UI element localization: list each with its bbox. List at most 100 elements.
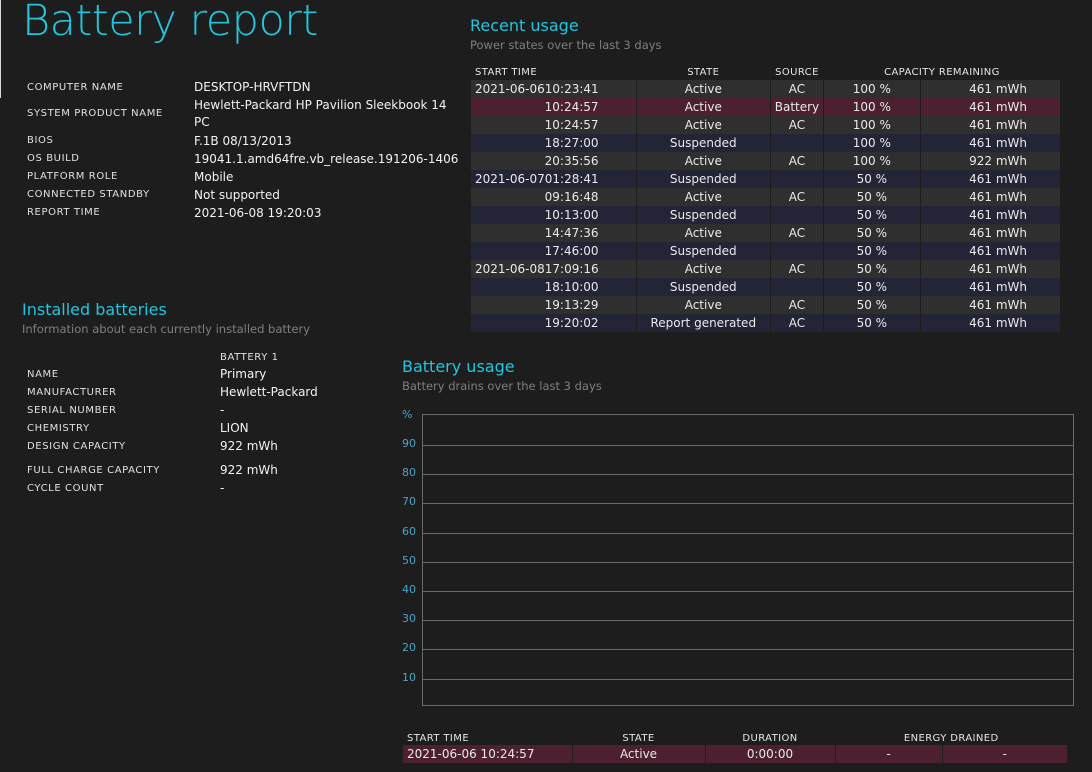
cell-source: AC — [770, 188, 824, 206]
table-row: 17:46:00 Suspended 50 % 461 mWh — [471, 242, 1062, 260]
cell-capacity: 922 mWh — [920, 152, 1062, 170]
recent-usage-title: Recent usage — [470, 16, 579, 35]
cell-capacity: 461 mWh — [920, 134, 1062, 152]
cell-time: 10:13:00 — [544, 208, 599, 222]
header-state: STATE — [687, 67, 720, 78]
cell-source: AC — [770, 260, 824, 278]
cell-start-time: 10:24:57 — [471, 98, 637, 116]
bu-header-start-time: START TIME — [407, 732, 470, 744]
table-row: 19:13:29 Active AC 50 % 461 mWh — [471, 296, 1062, 314]
label-computer-name: COMPUTER NAME — [27, 82, 124, 93]
battery-usage-title: Battery usage — [402, 357, 515, 376]
cell-state: Active — [636, 98, 772, 116]
header-capacity-remaining: CAPACITY REMAINING — [884, 67, 1000, 78]
cell-date: 2021-06-07 — [475, 172, 545, 186]
chart-gridline — [423, 474, 1073, 476]
value-cycle-count: - — [220, 481, 225, 495]
cell-capacity: 461 mWh — [920, 80, 1062, 98]
cell-time: 17:46:00 — [544, 244, 599, 258]
cell-percent: 50 % — [823, 296, 921, 314]
cell-capacity: 461 mWh — [920, 278, 1062, 296]
recent-usage-subtitle: Power states over the last 3 days — [470, 38, 662, 52]
label-battery-name: NAME — [27, 369, 59, 380]
chart-y-tick: 70 — [402, 495, 416, 509]
bu-cell-energy: - — [942, 745, 1068, 763]
cell-source: Battery — [770, 98, 824, 116]
table-row: 18:10:00 Suspended 50 % 461 mWh — [471, 278, 1062, 296]
cell-percent: 50 % — [823, 314, 921, 332]
value-computer-name: DESKTOP-HRVFTDN — [194, 80, 311, 94]
label-os-build: OS BUILD — [27, 153, 80, 164]
value-os-build: 19041.1.amd64fre.vb_release.191206-1406 — [194, 152, 459, 166]
cell-start-time: 09:16:48 — [471, 188, 637, 206]
cell-time: 09:16:48 — [544, 190, 599, 204]
value-system-product-name-line2: PC — [194, 115, 210, 129]
cell-percent: 100 % — [823, 80, 921, 98]
cell-source: AC — [770, 224, 824, 242]
cell-time: 10:23:41 — [544, 82, 599, 96]
cell-time: 01:28:41 — [544, 172, 599, 186]
left-edge-rule — [0, 0, 1, 98]
cell-percent: 50 % — [823, 260, 921, 278]
bu-cell-duration: 0:00:00 — [705, 745, 836, 763]
chart-y-tick: 40 — [402, 583, 416, 596]
label-report-time: REPORT TIME — [27, 207, 101, 218]
cell-state: Active — [636, 224, 772, 242]
chart-y-tick: 80 — [402, 466, 416, 480]
cell-source: AC — [770, 296, 824, 314]
cell-time: 10:24:57 — [544, 118, 599, 132]
cell-state: Active — [636, 296, 772, 314]
chart-gridline — [423, 503, 1073, 505]
cell-capacity: 461 mWh — [920, 116, 1062, 134]
cell-time: 18:27:00 — [544, 136, 599, 150]
cell-start-time: 10:24:57 — [471, 116, 637, 134]
cell-source: AC — [770, 80, 824, 98]
installed-batteries-title: Installed batteries — [22, 300, 167, 319]
cell-source — [770, 206, 824, 224]
value-battery-name: Primary — [220, 367, 267, 381]
table-row: 09:16:48 Active AC 50 % 461 mWh — [471, 188, 1062, 206]
label-system-product-name: SYSTEM PRODUCT NAME — [27, 108, 163, 119]
cell-capacity: 461 mWh — [920, 224, 1062, 242]
chart-gridline — [423, 591, 1073, 592]
cell-capacity: 461 mWh — [920, 98, 1062, 116]
cell-percent: 50 % — [823, 278, 921, 296]
label-full-charge-capacity: FULL CHARGE CAPACITY — [27, 465, 160, 476]
cell-start-time: 18:27:00 — [471, 134, 637, 152]
battery-column-header: BATTERY 1 — [220, 352, 279, 363]
cell-start-time: 2021-06-07 01:28:41 — [471, 170, 637, 188]
table-row: 14:47:36 Active AC 50 % 461 mWh — [471, 224, 1062, 242]
cell-source — [770, 242, 824, 260]
cell-state: Active — [636, 188, 772, 206]
label-cycle-count: CYCLE COUNT — [27, 483, 104, 494]
cell-time: 19:13:29 — [544, 298, 599, 312]
chart-gridline — [423, 678, 1073, 680]
cell-capacity: 461 mWh — [920, 242, 1062, 260]
cell-source: AC — [770, 152, 824, 170]
label-connected-standby: CONNECTED STANDBY — [27, 189, 150, 200]
value-serial-number: - — [220, 403, 225, 417]
cell-state: Report generated — [636, 314, 772, 332]
cell-source: AC — [770, 314, 824, 332]
cell-start-time: 18:10:00 — [471, 278, 637, 296]
cell-state: Suspended — [636, 206, 772, 224]
cell-start-time: 19:13:29 — [471, 296, 637, 314]
chart-y-tick: 60 — [402, 524, 416, 538]
cell-percent: 50 % — [823, 224, 921, 242]
cell-percent: 100 % — [823, 116, 921, 134]
value-system-product-name: Hewlett-Packard HP Pavilion Sleekbook 14 — [194, 98, 447, 112]
label-serial-number: SERIAL NUMBER — [27, 405, 117, 416]
cell-time: 18:10:00 — [544, 280, 599, 294]
value-full-charge-capacity: 922 mWh — [220, 463, 278, 477]
cell-start-time: 2021-06-08 17:09:16 — [471, 260, 637, 278]
cell-capacity: 461 mWh — [920, 314, 1062, 332]
value-manufacturer: Hewlett-Packard — [220, 385, 318, 399]
cell-percent: 100 % — [823, 152, 921, 170]
label-manufacturer: MANUFACTURER — [27, 387, 117, 398]
battery-usage-header-row: START TIME STATE DURATION ENERGY DRAINED — [403, 731, 1068, 745]
chart-y-unit: % — [402, 408, 413, 421]
page-title: Battery report — [22, 0, 318, 46]
cell-percent: 50 % — [823, 242, 921, 260]
cell-capacity: 461 mWh — [920, 206, 1062, 224]
cell-source — [770, 170, 824, 188]
